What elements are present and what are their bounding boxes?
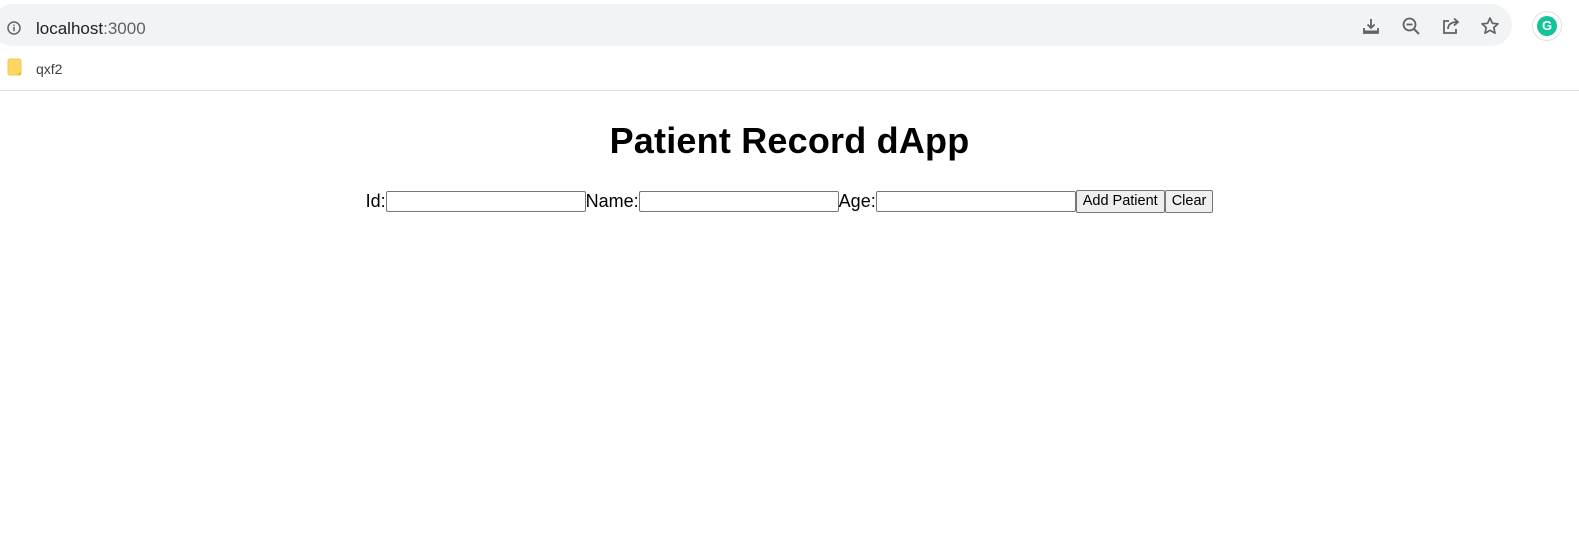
share-icon[interactable] — [1440, 15, 1462, 37]
page-title: Patient Record dApp — [609, 120, 970, 161]
bookmark-label: qxf2 — [36, 61, 63, 77]
url-text[interactable]: localhost:3000 — [36, 19, 146, 39]
install-app-icon[interactable] — [1360, 15, 1382, 37]
patient-form: Id: Name: Age: Add Patient Clear — [366, 189, 1214, 213]
bookmark-qxf2[interactable]: qxf2 — [6, 58, 62, 80]
name-input[interactable] — [638, 190, 839, 212]
zoom-out-icon[interactable] — [1400, 15, 1422, 37]
profile-avatar[interactable]: G — [1533, 12, 1561, 40]
page-content: Patient Record dApp Id: Name: Age: Add P… — [0, 91, 1579, 542]
browser-toolbar: localhost:3000 G — [0, 0, 1579, 52]
bookmark-star-icon[interactable] — [1479, 15, 1501, 37]
folder-icon — [6, 57, 24, 82]
site-info-icon[interactable] — [7, 21, 21, 35]
url-host: localhost — [36, 19, 104, 38]
id-label: Id: — [365, 190, 386, 211]
age-input[interactable] — [875, 190, 1076, 212]
id-input[interactable] — [385, 190, 586, 212]
name-label: Name: — [585, 190, 639, 211]
bookmarks-bar: qxf2 — [0, 52, 1579, 91]
add-patient-button[interactable]: Add Patient — [1075, 189, 1165, 213]
age-label: Age: — [838, 190, 876, 211]
address-bar[interactable]: localhost:3000 — [0, 4, 1512, 46]
clear-button[interactable]: Clear — [1164, 189, 1214, 213]
url-port: :3000 — [103, 19, 146, 38]
grammarly-icon: G — [1537, 16, 1557, 36]
